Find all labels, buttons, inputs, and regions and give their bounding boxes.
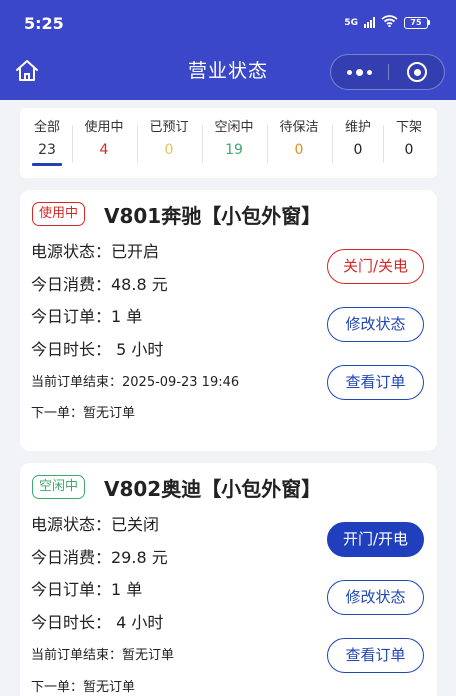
tab-label: 待保洁 <box>279 120 319 135</box>
current-order-end: 当前订单结束：暂无订单 <box>31 648 175 663</box>
view-orders-button[interactable]: 查看订单 <box>327 638 424 673</box>
target-icon <box>407 62 427 82</box>
battery-level: 75 <box>404 16 428 29</box>
tab-label: 空闲中 <box>214 120 254 135</box>
wifi-icon <box>381 15 398 30</box>
tab-pending-cleaning[interactable]: 待保洁 0 <box>276 120 322 159</box>
tab-count: 0 <box>294 142 304 158</box>
close-door-power-button[interactable]: 关门/关电 <box>327 249 424 284</box>
tab-reserved[interactable]: 已预订 0 <box>146 120 192 159</box>
tab-offline[interactable]: 下架 0 <box>393 120 425 159</box>
tab-label: 已预订 <box>149 120 189 135</box>
status-filter-tabs: 全部 23 使用中 4 已预订 0 空闲中 19 待保洁 0 维护 0 下架 0 <box>20 108 437 178</box>
status-bar: 5:25 5G 75 <box>0 0 456 44</box>
tab-count: 4 <box>99 142 109 158</box>
edit-status-button[interactable]: 修改状态 <box>327 307 424 342</box>
tab-count: 0 <box>164 142 174 158</box>
open-door-power-button[interactable]: 开门/开电 <box>327 522 424 557</box>
network-type-label: 5G <box>344 17 358 28</box>
close-miniprogram-button[interactable] <box>389 55 445 89</box>
battery-icon: 75 <box>404 16 430 29</box>
signal-icon <box>364 17 375 28</box>
power-status: 电源状态：已开启 <box>31 242 160 261</box>
more-menu-button[interactable] <box>331 55 388 89</box>
today-spend: 今日消费：48.8 元 <box>31 275 168 294</box>
status-badge: 使用中 <box>32 202 86 226</box>
status-time: 5:25 <box>24 14 64 33</box>
today-duration: 今日时长： 5 小时 <box>31 340 164 359</box>
power-status: 电源状态：已关闭 <box>31 515 160 534</box>
today-orders: 今日订单：1 单 <box>31 307 143 326</box>
view-orders-button[interactable]: 查看订单 <box>327 365 424 400</box>
room-card: 使用中 V801奔驰【小包外窗】 电源状态：已开启 今日消费：48.8 元 今日… <box>20 190 437 451</box>
tab-label: 全部 <box>33 120 60 135</box>
tab-all[interactable]: 全部 23 <box>32 120 62 159</box>
tab-maintenance[interactable]: 维护 0 <box>342 120 374 159</box>
tab-count: 0 <box>404 142 414 158</box>
edit-status-button[interactable]: 修改状态 <box>327 580 424 615</box>
status-icons: 5G 75 <box>344 15 430 30</box>
app-header: 5:25 5G 75 营业状态 <box>0 0 456 100</box>
today-spend: 今日消费：29.8 元 <box>31 548 168 567</box>
today-duration: 今日时长： 4 小时 <box>31 613 164 632</box>
tab-in-use[interactable]: 使用中 4 <box>81 120 127 159</box>
room-title: V802奥迪【小包外窗】 <box>104 477 322 501</box>
tab-idle[interactable]: 空闲中 19 <box>211 120 257 159</box>
room-title: V801奔驰【小包外窗】 <box>104 204 322 228</box>
tab-count: 0 <box>353 142 363 158</box>
tab-count: 23 <box>38 142 56 158</box>
tab-label: 使用中 <box>84 120 124 135</box>
tab-count: 19 <box>225 142 243 158</box>
next-order: 下一单：暂无订单 <box>31 406 136 421</box>
today-orders: 今日订单：1 单 <box>31 580 143 599</box>
current-order-end: 当前订单结束：2025-09-23 19:46 <box>31 375 240 390</box>
status-badge: 空闲中 <box>32 475 86 499</box>
tab-label: 下架 <box>395 120 422 135</box>
room-card: 空闲中 V802奥迪【小包外窗】 电源状态：已关闭 今日消费：29.8 元 今日… <box>20 463 437 696</box>
miniprogram-capsule <box>330 54 445 90</box>
tab-label: 维护 <box>344 120 371 135</box>
active-tab-indicator <box>32 163 62 166</box>
next-order: 下一单：暂无订单 <box>31 680 136 695</box>
